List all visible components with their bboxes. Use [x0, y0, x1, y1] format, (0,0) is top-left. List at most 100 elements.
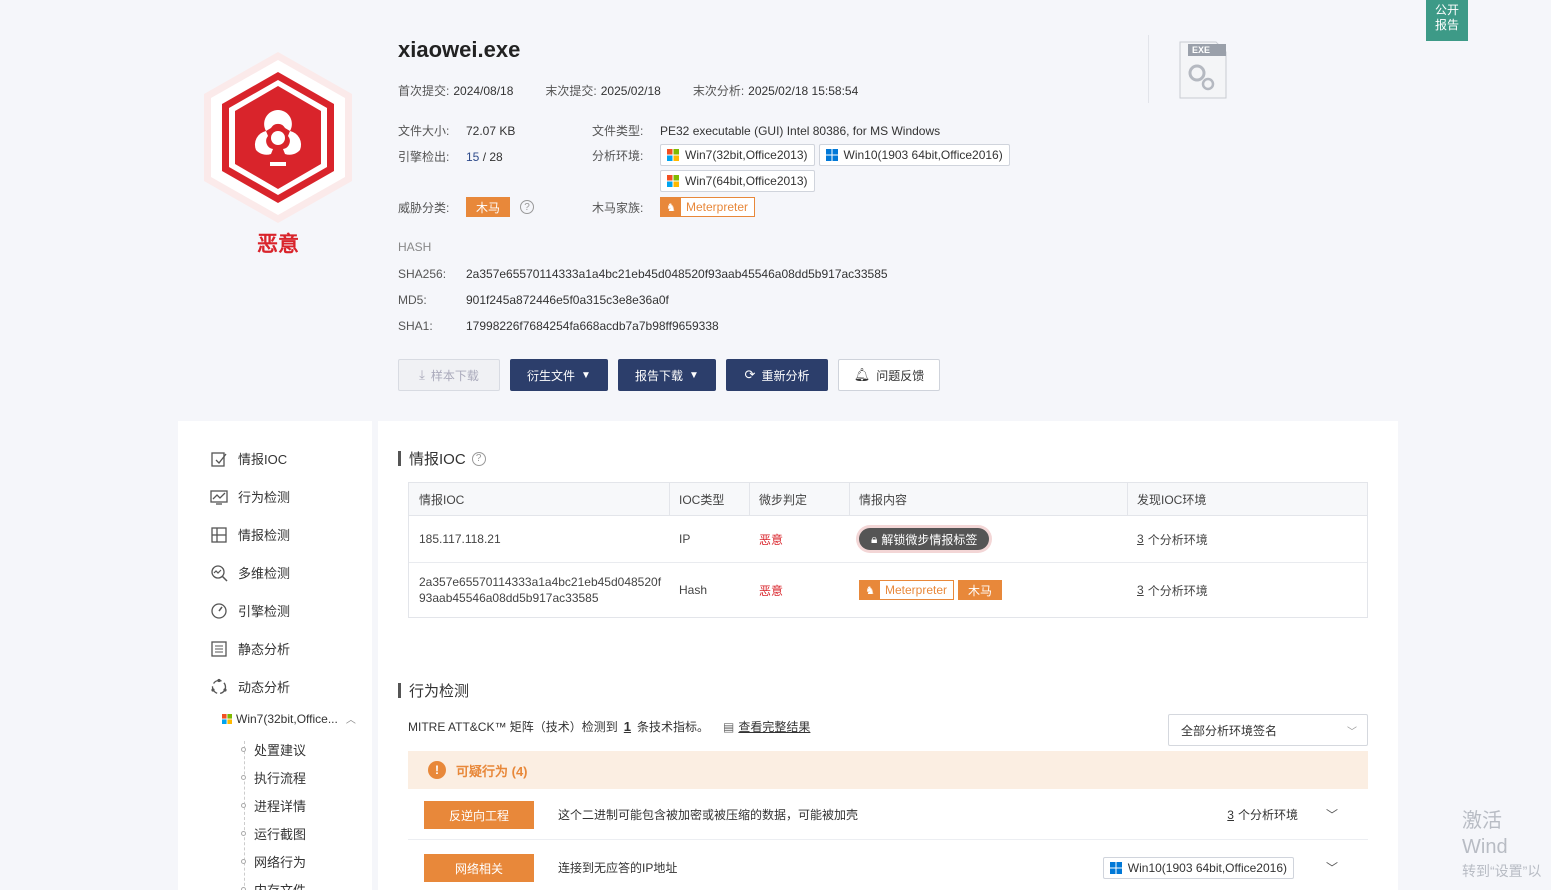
threat-row: 威胁分类: 木马 ? [398, 197, 535, 217]
public-report-button[interactable]: 公开 报告 [1426, 0, 1468, 41]
file-name: xiaowei.exe [398, 37, 521, 62]
family-tag-label: Meterpreter [686, 200, 749, 214]
sidebar-env-toggle[interactable]: Win7(32bit,Office... ︿ [222, 711, 356, 726]
env-tag-win7-32[interactable]: Win7(32bit,Office2013) [660, 144, 815, 166]
chevron-down-icon: ▼ [581, 369, 591, 381]
behavior-section-title: 行为检测 [398, 680, 469, 701]
report-label: 报告下载 [635, 368, 684, 383]
ioc-type: IP [679, 532, 691, 546]
family-tag-label: Meterpreter [885, 583, 948, 597]
col-header-env: 发现IOC环境 [1137, 492, 1207, 507]
sidebar-item-label: 引擎检测 [238, 604, 291, 619]
env-count[interactable]: 3 [1137, 532, 1144, 546]
reanalyze-label: 重新分析 [761, 368, 810, 383]
windows7-icon [667, 149, 679, 161]
sub-item-label: 执行流程 [254, 771, 307, 786]
ioc-hash-line1: 2a357e65570114333a1a4bc21eb45d048520f [419, 575, 662, 589]
unlock-intel-button[interactable]: 🔒︎ 解锁微步情报标签 [859, 528, 990, 550]
env-tag-label: Win7(64bit,Office2013) [685, 174, 808, 188]
threat-label: 威胁分类: [398, 200, 450, 215]
help-icon[interactable]: ? [471, 451, 486, 466]
threat-tag[interactable]: 木马 [466, 197, 511, 217]
family-tag[interactable]: ♞ Meterpreter [660, 197, 756, 217]
reanalyze-button[interactable]: ⟳ 重新分析 [726, 359, 828, 391]
ioc-env[interactable]: 3 个分析环境 [1137, 516, 1208, 562]
sidebar-item-dynamic[interactable]: 动态分析 [210, 677, 290, 696]
table-row: 185.117.118.21 IP 恶意 🔒︎ 解锁微步情报标签 3 个分析环境 [409, 516, 1367, 563]
edit-doc-icon [211, 451, 227, 467]
verdict-logo: 恶意 [200, 50, 356, 260]
sidebar-item-intel-detect[interactable]: 情报检测 [210, 525, 290, 544]
env-tag-win10[interactable]: Win10(1903 64bit,Office2016) [818, 144, 1010, 166]
family-tag[interactable]: ♞ Meterpreter [859, 580, 955, 600]
ioc-table-header: 情报IOC IOC类型 微步判定 情报内容 发现IOC环境 [409, 483, 1367, 516]
last-analysis-value: 2025/02/18 15:58:54 [748, 83, 859, 98]
behavior-row[interactable]: 反逆向工程 这个二进制可能包含被加密或被压缩的数据，可能被加壳 3 个分析环境 … [408, 790, 1368, 840]
sidebar-item-label: 情报IOC [238, 452, 288, 467]
report-download-button[interactable]: 报告下载 ▼ [618, 359, 716, 391]
first-submit-value: 2024/08/18 [453, 83, 514, 98]
col-header-content: 情报内容 [859, 492, 908, 507]
behavior-tag: 网络相关 [424, 854, 534, 882]
sidebar-sub-screenshot[interactable]: 运行截图 [241, 824, 306, 843]
sidebar-item-static[interactable]: 静态分析 [210, 639, 290, 658]
download-sample-button[interactable]: ⤓ 样本下载 [398, 359, 500, 391]
sha256-label: SHA256: [398, 267, 447, 281]
env-suffix: 个分析环境 [1147, 583, 1208, 598]
sidebar-sub-memory[interactable]: 内存文件 [241, 880, 306, 890]
ioc-hash-line2: 93aab45546a08dd5b917ac33585 [419, 591, 599, 605]
env-tag-win7-64[interactable]: Win7(64bit,Office2013) [660, 170, 815, 192]
biohazard-icon [204, 52, 352, 223]
grid-icon [211, 526, 227, 543]
env-tag-label: Win10(1903 64bit,Office2016) [1127, 860, 1287, 875]
windows10-icon [1109, 861, 1122, 874]
sidebar-item-behavior[interactable]: 行为检测 [210, 487, 290, 506]
ioc-section-title: 情报IOC ? [398, 448, 486, 469]
watermark-line1: 激活 Wind [1462, 810, 1508, 858]
ioc-env[interactable]: 3 个分析环境 [1137, 563, 1208, 617]
sidebar-sub-process[interactable]: 进程详情 [241, 796, 306, 815]
help-icon[interactable]: ? [520, 200, 535, 214]
feedback-button[interactable]: 🔔︎ 问题反馈 [838, 359, 940, 391]
md5-row: MD5: 901f245a872446e5f0a315c3e8e36a0f [398, 293, 669, 307]
col-divider [1127, 483, 1128, 516]
col-divider [669, 483, 670, 516]
last-submit-label: 末次提交: [545, 84, 597, 98]
exe-label: EXE [1192, 45, 1210, 55]
behavior-row[interactable]: 网络相关 连接到无应答的IP地址 Win10(1903 64bit,Office… [408, 843, 1368, 890]
sha256-row: SHA256: 2a357e65570114333a1a4bc21eb45d04… [398, 267, 888, 281]
behavior-tag: 反逆向工程 [424, 801, 534, 829]
view-full-results-link[interactable]: 查看完整结果 [738, 718, 810, 735]
suspicious-behavior-header[interactable]: ! 可疑行为 (4) [408, 751, 1368, 789]
sidebar-sub-flow[interactable]: 执行流程 [241, 768, 306, 787]
sidebar-item-multi[interactable]: 多维检测 [210, 563, 290, 582]
sidebar-env-label: Win7(32bit,Office... [236, 711, 338, 726]
env-count[interactable]: 3 [1137, 583, 1144, 597]
windows7-icon [667, 175, 679, 187]
env-signature-select[interactable]: 全部分析环境签名 ﹀ [1168, 714, 1368, 746]
mitre-prefix: MITRE ATT&CK™ 矩阵（技术）检测到 [408, 720, 618, 734]
sidebar-sub-disposal[interactable]: 处置建议 [241, 740, 306, 759]
chevron-down-icon[interactable]: ﹀ [1326, 843, 1338, 890]
mitre-count[interactable]: 1 [624, 719, 631, 734]
ioc-value[interactable]: 185.117.118.21 [419, 516, 501, 562]
sidebar-item-label: 静态分析 [238, 642, 291, 657]
engine-hits[interactable]: 15 [466, 150, 479, 164]
sidebar-sub-network[interactable]: 网络行为 [241, 852, 306, 871]
env-count[interactable]: 3 [1227, 808, 1234, 822]
file-type-row: 文件类型: PE32 executable (GUI) Intel 80386,… [592, 122, 940, 139]
mitre-suffix: 条技术指标。 [637, 720, 710, 734]
chevron-down-icon[interactable]: ﹀ [1326, 790, 1338, 839]
derived-files-button[interactable]: 衍生文件 ▼ [510, 359, 608, 391]
lock-icon: 🔒︎ [871, 531, 878, 546]
threat-tag[interactable]: 木马 [958, 580, 1003, 600]
document-icon: ▤ [723, 719, 735, 734]
env-tag-win10[interactable]: Win10(1903 64bit,Office2016) [1102, 856, 1294, 879]
ioc-value[interactable]: 2a357e65570114333a1a4bc21eb45d048520f 93… [419, 563, 661, 617]
family-label: 木马家族: [592, 200, 644, 215]
env-tag-label: Win10(1903 64bit,Office2016) [843, 148, 1003, 162]
sidebar-item-intel-ioc[interactable]: 情报IOC [210, 449, 287, 468]
sidebar-item-engine[interactable]: 引擎检测 [210, 601, 290, 620]
mitre-summary: MITRE ATT&CK™ 矩阵（技术）检测到 1 条技术指标。 ▤ 查看完整结… [408, 718, 810, 735]
chevron-up-icon: ︿ [345, 715, 356, 726]
